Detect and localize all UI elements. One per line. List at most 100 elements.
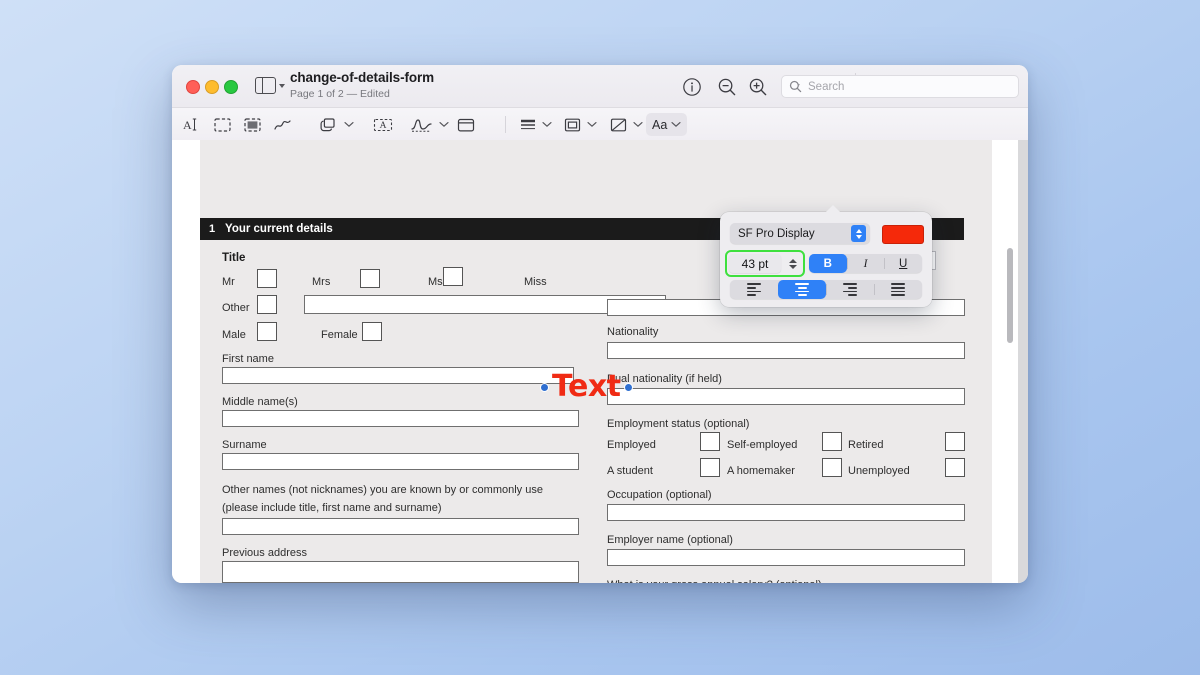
bold-button[interactable]: B xyxy=(809,254,847,273)
font-family-stepper-icon xyxy=(851,225,866,242)
shape-style-icon[interactable] xyxy=(519,114,552,135)
title-option-mr-checkbox[interactable] xyxy=(257,269,277,288)
title-option-other-checkbox[interactable] xyxy=(257,295,277,314)
align-justify-button[interactable] xyxy=(874,280,922,299)
vertical-scrollbar[interactable] xyxy=(1007,248,1013,343)
sign-icon[interactable] xyxy=(410,114,449,135)
note-icon[interactable] xyxy=(456,114,476,135)
first-name-input[interactable] xyxy=(222,367,574,384)
text-annotation[interactable]: Text xyxy=(552,372,621,402)
chevron-down-icon xyxy=(633,121,643,128)
info-icon[interactable] xyxy=(681,76,703,98)
close-button[interactable] xyxy=(186,80,200,94)
sketch-icon[interactable] xyxy=(273,114,293,135)
title-option-mrs-label: Mrs xyxy=(312,276,330,288)
align-left-button[interactable] xyxy=(730,280,778,299)
page-title: change-of-details-form xyxy=(290,71,434,85)
align-center-button[interactable] xyxy=(778,280,826,299)
align-left-icon xyxy=(747,283,761,296)
title-option-other-label: Other xyxy=(222,302,250,314)
employer-name-label: Employer name (optional) xyxy=(607,534,733,546)
gender-male-checkbox[interactable] xyxy=(257,322,277,341)
section-number: 1 xyxy=(209,223,225,235)
title-option-ms-label: Ms xyxy=(428,276,443,288)
zoom-button[interactable] xyxy=(224,80,238,94)
minimize-button[interactable] xyxy=(205,80,219,94)
employment-self-employed-checkbox[interactable] xyxy=(822,432,842,451)
document-title-block: change-of-details-form Page 1 of 2 — Edi… xyxy=(290,71,434,99)
surname-input[interactable] xyxy=(222,453,579,470)
salary-label: What is your gross annual salary? (optio… xyxy=(607,579,822,583)
instant-alpha-icon[interactable] xyxy=(243,114,262,135)
markup-toolbar: A A xyxy=(172,108,1028,142)
nationality-label: Nationality xyxy=(607,326,658,338)
pdf-page: 1 Your current details Title Mr Mrs Ms M… xyxy=(172,140,1018,583)
rectangular-selection-icon[interactable] xyxy=(213,114,232,135)
align-center-icon xyxy=(795,283,809,296)
zoom-in-icon[interactable] xyxy=(747,76,769,98)
title-option-mrs-checkbox[interactable] xyxy=(360,269,380,288)
font-size-stepper[interactable] xyxy=(786,254,800,273)
first-name-label: First name xyxy=(222,353,274,365)
employment-unemployed-checkbox[interactable] xyxy=(945,458,965,477)
align-right-button[interactable] xyxy=(826,280,874,299)
chevron-down-icon xyxy=(279,84,285,88)
stepper-down-icon xyxy=(789,265,797,269)
employment-retired-label: Retired xyxy=(848,439,883,451)
svg-text:A: A xyxy=(183,118,192,132)
dual-nationality-input[interactable] xyxy=(607,388,965,405)
other-names-line1: Other names (not nicknames) you are know… xyxy=(222,484,543,496)
sidebar-toggle-button[interactable] xyxy=(255,77,285,94)
title-option-mr-label: Mr xyxy=(222,276,235,288)
search-input[interactable]: Search xyxy=(781,75,1019,98)
text-style-icon[interactable]: Aa xyxy=(646,113,687,136)
text-annotation-label: Text xyxy=(552,369,621,404)
text-selection-icon[interactable]: A xyxy=(182,114,202,135)
align-right-icon xyxy=(843,283,857,296)
employment-unemployed-label: Unemployed xyxy=(848,465,910,477)
section-title: Your current details xyxy=(225,223,333,235)
middle-name-input[interactable] xyxy=(222,410,579,427)
employment-employed-checkbox[interactable] xyxy=(700,432,720,451)
font-size-input[interactable]: 43 pt xyxy=(729,254,781,273)
title-heading: Title xyxy=(222,252,245,264)
dual-nationality-label: Dual nationality (if held) xyxy=(607,373,722,385)
previous-address-line1[interactable] xyxy=(222,561,579,583)
surname-label: Surname xyxy=(222,439,267,451)
window-titlebar: change-of-details-form Page 1 of 2 — Edi… xyxy=(172,65,1028,108)
gender-female-checkbox[interactable] xyxy=(362,322,382,341)
employment-homemaker-label: A homemaker xyxy=(727,465,795,477)
italic-button[interactable]: I xyxy=(847,254,885,273)
chevron-down-icon xyxy=(542,121,552,128)
employment-self-employed-label: Self-employed xyxy=(727,439,797,451)
fill-color-icon[interactable] xyxy=(609,114,643,135)
nationality-input[interactable] xyxy=(607,342,965,359)
chevron-down-icon xyxy=(344,121,354,128)
underline-button[interactable]: U xyxy=(884,254,922,273)
document-scroll-area[interactable]: 1 Your current details Title Mr Mrs Ms M… xyxy=(172,140,1028,583)
other-names-input[interactable] xyxy=(222,518,579,535)
previous-address-label: Previous address xyxy=(222,547,307,559)
annotation-handle-left[interactable] xyxy=(540,383,549,392)
font-family-value: SF Pro Display xyxy=(738,228,815,240)
svg-text:A: A xyxy=(380,121,387,131)
employment-status-label: Employment status (optional) xyxy=(607,418,749,430)
font-family-select[interactable]: SF Pro Display xyxy=(730,223,870,244)
title-option-ms-checkbox[interactable] xyxy=(443,267,463,286)
chevron-down-icon xyxy=(671,121,681,128)
employment-student-label: A student xyxy=(607,465,653,477)
border-color-icon[interactable] xyxy=(563,114,597,135)
employment-homemaker-checkbox[interactable] xyxy=(822,458,842,477)
shapes-icon[interactable] xyxy=(319,114,354,135)
align-justify-icon xyxy=(891,283,905,296)
gender-male-label: Male xyxy=(222,329,246,341)
employer-name-input[interactable] xyxy=(607,549,965,566)
annotation-handle-right[interactable] xyxy=(624,383,633,392)
text-color-swatch[interactable] xyxy=(882,225,924,244)
text-box-icon[interactable]: A xyxy=(372,114,394,135)
zoom-out-icon[interactable] xyxy=(716,76,738,98)
employment-retired-checkbox[interactable] xyxy=(945,432,965,451)
employment-student-checkbox[interactable] xyxy=(700,458,720,477)
other-names-line2: (please include title, first name and su… xyxy=(222,502,442,514)
occupation-input[interactable] xyxy=(607,504,965,521)
